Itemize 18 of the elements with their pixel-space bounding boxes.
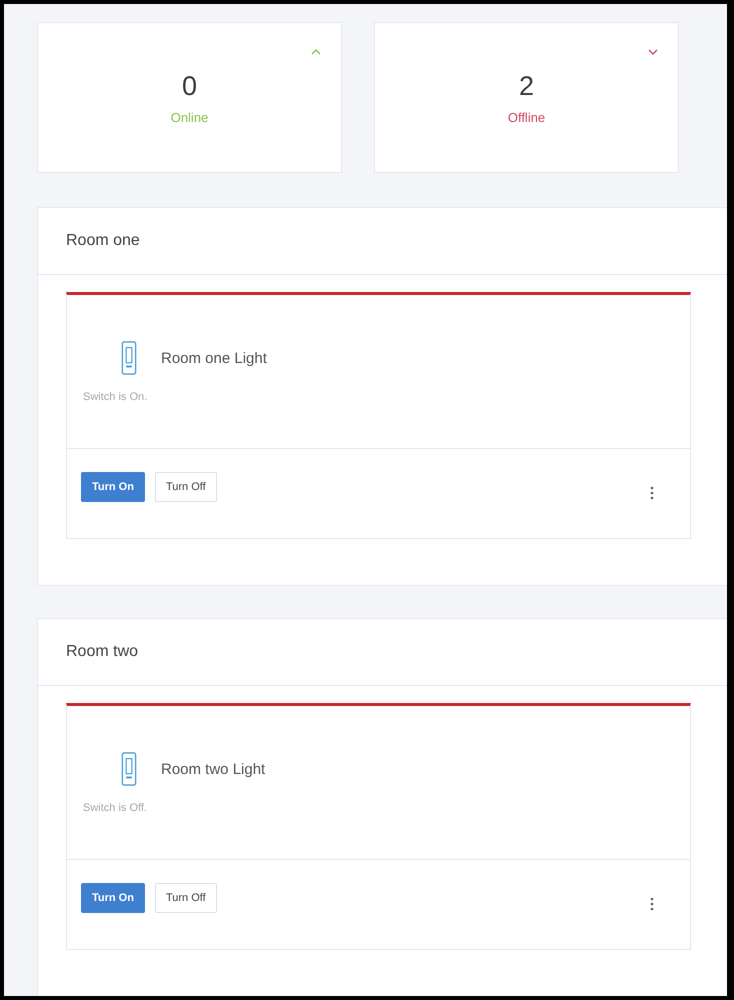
phone-icon xyxy=(121,341,137,375)
device-status: Switch is Off. xyxy=(83,802,147,814)
primary-button[interactable]: Turn On xyxy=(81,883,145,913)
primary-button[interactable]: Turn On xyxy=(81,472,145,502)
more-options-icon[interactable] xyxy=(650,486,654,500)
stat-label: Offline xyxy=(508,110,546,124)
secondary-button[interactable]: Turn Off xyxy=(154,883,217,913)
phone-icon xyxy=(121,752,137,786)
room-title: Room one xyxy=(66,232,140,250)
device-name: Room two Light xyxy=(161,760,266,778)
secondary-button[interactable]: Turn Off xyxy=(154,472,217,502)
stat-label: Online xyxy=(170,110,208,124)
stat-value: 2 xyxy=(518,70,534,102)
room-title: Room two xyxy=(66,643,138,661)
stat-value: 0 xyxy=(182,70,198,102)
device-name: Room one Light xyxy=(161,350,267,366)
more-options-icon[interactable] xyxy=(650,897,654,911)
device-status: Switch is On. xyxy=(83,391,148,403)
